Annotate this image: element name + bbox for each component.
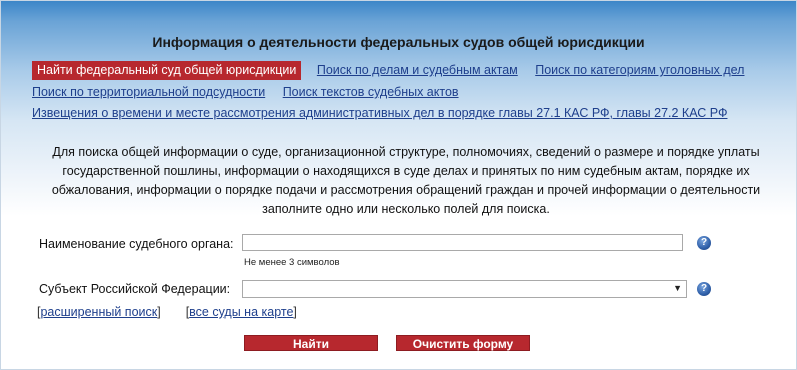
tab-administrative-notices[interactable]: Извещения о времени и месте рассмотрения… bbox=[32, 106, 727, 120]
court-search-page: Информация о деятельности федеральных су… bbox=[0, 0, 797, 370]
advanced-search-link[interactable]: расширенный поиск bbox=[40, 305, 157, 319]
search-description: Для поиска общей информации о суде, орга… bbox=[41, 143, 771, 219]
description-line: государственной пошлины, информации о на… bbox=[62, 164, 750, 178]
court-name-hint: Не менее 3 символов bbox=[244, 257, 340, 268]
description-line: Для поиска общей информации о суде, орга… bbox=[52, 145, 760, 159]
find-button[interactable]: Найти bbox=[244, 335, 378, 351]
description-line: обжалования, информации о порядке подачи… bbox=[51, 183, 761, 197]
nav-row-2: Поиск по территориальной подсудности Пои… bbox=[32, 85, 473, 99]
tab-search-criminal-categories[interactable]: Поиск по категориям уголовных дел bbox=[535, 63, 744, 77]
help-icon[interactable]: ? bbox=[697, 236, 711, 250]
court-name-label: Наименование судебного органа: bbox=[39, 237, 234, 251]
page-title: Информация о деятельности федеральных су… bbox=[152, 34, 645, 50]
nav-row-1: Найти федеральный суд общей юрисдикции П… bbox=[32, 61, 758, 80]
chevron-down-icon: ▼ bbox=[673, 283, 682, 293]
tab-territorial-jurisdiction[interactable]: Поиск по территориальной подсудности bbox=[32, 85, 265, 99]
subject-select[interactable]: ▼ bbox=[242, 280, 687, 298]
courts-map-link[interactable]: все суды на карте bbox=[189, 305, 293, 319]
court-name-input[interactable] bbox=[242, 234, 683, 251]
tab-search-judicial-texts[interactable]: Поиск текстов судебных актов bbox=[283, 85, 459, 99]
tab-search-cases[interactable]: Поиск по делам и судебным актам bbox=[317, 63, 518, 77]
clear-form-button[interactable]: Очистить форму bbox=[396, 335, 530, 351]
extra-links: [расширенный поиск] [все суды на карте] bbox=[37, 305, 297, 319]
description-line: заполните одно или несколько полей для п… bbox=[262, 202, 550, 216]
help-icon[interactable]: ? bbox=[697, 282, 711, 296]
nav-row-3: Извещения о времени и месте рассмотрения… bbox=[32, 106, 741, 120]
tab-find-court[interactable]: Найти федеральный суд общей юрисдикции bbox=[32, 61, 302, 80]
subject-label: Субъект Российской Федерации: bbox=[39, 282, 231, 296]
